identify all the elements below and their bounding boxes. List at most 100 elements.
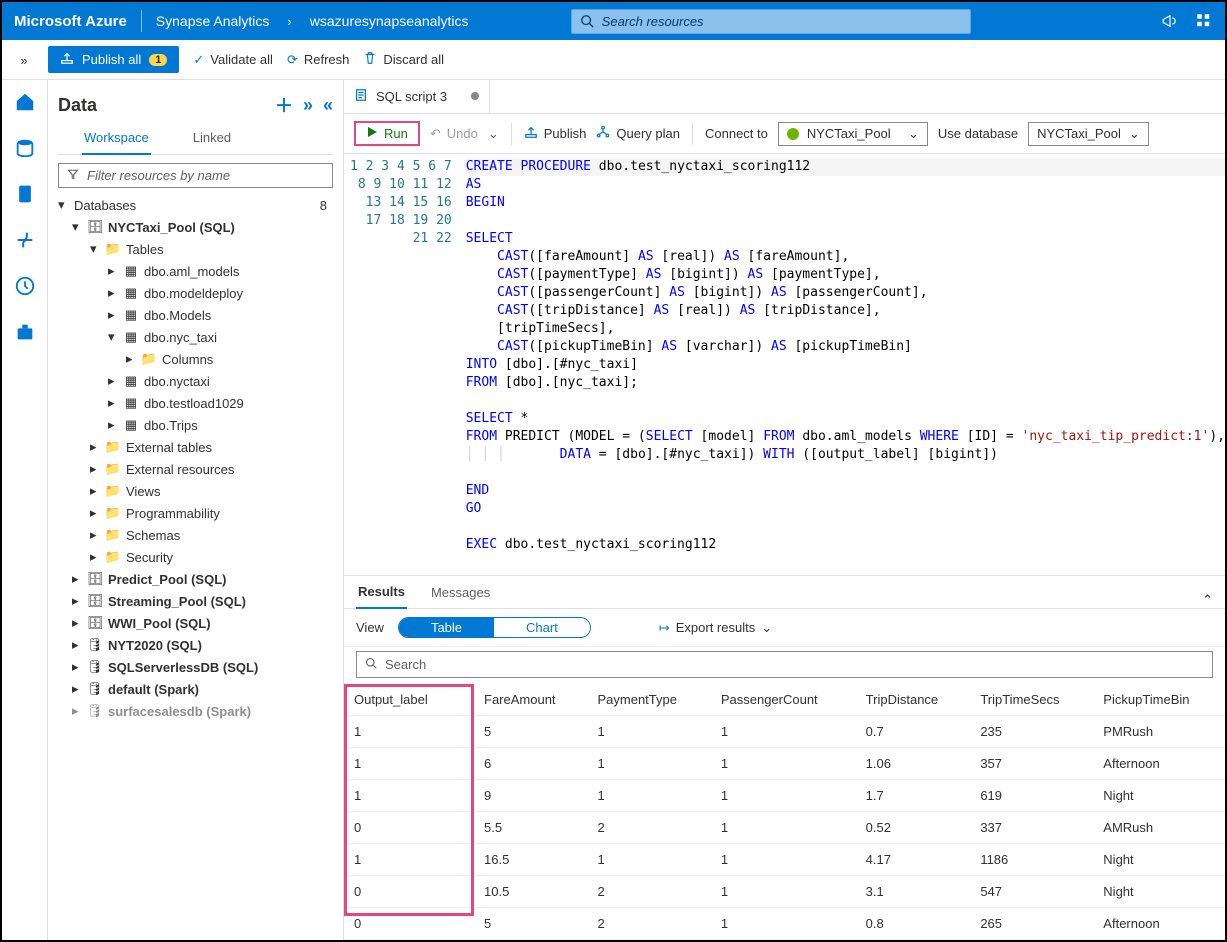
table-row[interactable]: 16111.06357Afternoon: [344, 748, 1225, 780]
tree-table-item[interactable]: ▸▦dbo.nyctaxi: [58, 370, 333, 392]
tree-security[interactable]: ▸📁Security: [58, 546, 333, 568]
undo-button[interactable]: ↶ Undo: [430, 126, 478, 142]
queryplan-button[interactable]: Query plan: [596, 125, 680, 142]
table-row[interactable]: 19111.7619Night: [344, 780, 1225, 812]
tree-pool-item[interactable]: ▸🗄Predict_Pool (SQL): [58, 568, 333, 590]
divider: [511, 123, 512, 145]
database-icon: 🛢: [88, 638, 102, 652]
col-output-label[interactable]: Output_label: [344, 684, 474, 716]
results-search-input[interactable]: Search: [356, 651, 1213, 678]
tree-label: NYT2020 (SQL): [108, 638, 202, 653]
tree-pool-item[interactable]: ▸🗄WWI_Pool (SQL): [58, 612, 333, 634]
tree-label: Security: [126, 550, 173, 565]
tree-table-item[interactable]: ▸▦dbo.Models: [58, 304, 333, 326]
col-triptimesecs[interactable]: TripTimeSecs: [970, 684, 1093, 716]
tree-table-nyctaxi[interactable]: ▾▦dbo.nyc_taxi: [58, 326, 333, 348]
col-tripdistance[interactable]: TripDistance: [856, 684, 971, 716]
connect-to-label: Connect to: [705, 126, 768, 141]
undo-label: Undo: [447, 126, 478, 141]
results-search-placeholder: Search: [385, 657, 426, 672]
brand-label: Microsoft Azure: [14, 13, 127, 30]
table-icon: ▦: [124, 264, 138, 278]
sqlpool-icon: 🗄: [88, 572, 102, 586]
publish-all-label: Publish all: [82, 52, 141, 67]
code-editor[interactable]: 1 2 3 4 5 6 7 8 9 10 11 12 13 14 15 16 1…: [344, 154, 1225, 575]
file-tab[interactable]: SQL script 3: [344, 79, 490, 113]
tree-views[interactable]: ▸📁Views: [58, 480, 333, 502]
apps-icon[interactable]: [1195, 12, 1213, 30]
divider: [692, 123, 693, 145]
global-search[interactable]: Search resources: [571, 9, 971, 34]
top-header: Microsoft Azure Synapse Analytics › wsaz…: [2, 2, 1225, 40]
collapse-double-icon[interactable]: »: [303, 95, 313, 116]
refresh-icon: ⟳: [287, 52, 298, 68]
view-segmented[interactable]: Table Chart: [398, 617, 591, 638]
table-row[interactable]: 15110.7235PMRush: [344, 716, 1225, 748]
search-icon: [580, 14, 594, 28]
monitor-icon[interactable]: [11, 272, 39, 300]
discard-all-button[interactable]: Discard all: [363, 51, 444, 68]
tab-results[interactable]: Results: [356, 582, 407, 609]
tab-workspace[interactable]: Workspace: [82, 126, 151, 155]
tree-pool-nyctaxi[interactable]: ▾ 🗄 NYCTaxi_Pool (SQL): [58, 216, 333, 238]
col-paymenttype[interactable]: PaymentType: [587, 684, 710, 716]
sqlpool-icon: 🗄: [88, 594, 102, 608]
collapse-panel-icon[interactable]: «: [323, 95, 333, 116]
tree-table-item[interactable]: ▸▦dbo.aml_models: [58, 260, 333, 282]
add-icon[interactable]: ＋: [275, 92, 293, 118]
tree-pool-item[interactable]: ▸🛢default (Spark): [58, 678, 333, 700]
col-pickuptimebin[interactable]: PickupTimeBin: [1093, 684, 1225, 716]
table-row[interactable]: 010.5213.1547Night: [344, 876, 1225, 908]
seg-table[interactable]: Table: [399, 618, 494, 637]
home-icon[interactable]: [11, 88, 39, 116]
col-passengercount[interactable]: PassengerCount: [711, 684, 856, 716]
table-icon: ▦: [124, 308, 138, 322]
connect-to-dropdown[interactable]: NYCTaxi_Pool ⌄: [778, 122, 928, 146]
develop-icon[interactable]: [11, 180, 39, 208]
validate-all-label: Validate all: [210, 52, 273, 67]
refresh-button[interactable]: ⟳ Refresh: [287, 52, 349, 68]
breadcrumb-root[interactable]: Synapse Analytics: [156, 13, 270, 29]
tree-ext-tables[interactable]: ▸📁External tables: [58, 436, 333, 458]
integrate-icon[interactable]: [11, 226, 39, 254]
publish-button[interactable]: Publish: [524, 125, 587, 142]
use-db-dropdown[interactable]: NYCTaxi_Pool ⌄: [1028, 122, 1149, 146]
breadcrumb-workspace[interactable]: wsazuresynapseanalytics: [310, 13, 469, 29]
col-fareamount[interactable]: FareAmount: [474, 684, 587, 716]
table-row[interactable]: 05.5210.52337AMRush: [344, 812, 1225, 844]
tree-tables[interactable]: ▾ 📁 Tables: [58, 238, 333, 260]
caret-right-icon: ▸: [72, 637, 82, 653]
tree-pool-item[interactable]: ▸🛢surfacesalesdb (Spark): [58, 700, 333, 722]
filter-input[interactable]: Filter resources by name: [58, 163, 333, 188]
tree-pool-item[interactable]: ▸🗄Streaming_Pool (SQL): [58, 590, 333, 612]
tree-pool-item[interactable]: ▸ 🛢 NYT2020 (SQL): [58, 634, 333, 656]
data-icon[interactable]: [11, 134, 39, 162]
tree-databases[interactable]: ▾ Databases 8: [58, 194, 333, 216]
table-row[interactable]: 05210.8265Afternoon: [344, 908, 1225, 940]
tab-linked[interactable]: Linked: [191, 126, 233, 154]
export-results-button[interactable]: ↦ Export results ⌄: [659, 620, 772, 636]
seg-chart[interactable]: Chart: [494, 618, 590, 637]
tree-table-item[interactable]: ▸▦dbo.Trips: [58, 414, 333, 436]
tree-pool-item[interactable]: ▸🛢SQLServerlessDB (SQL): [58, 656, 333, 678]
expand-leftrail-button[interactable]: »: [6, 40, 42, 80]
table-row[interactable]: 116.5114.171186Night: [344, 844, 1225, 876]
caret-right-icon: ▸: [90, 527, 100, 543]
publish-all-button[interactable]: Publish all 1: [48, 46, 179, 73]
tree-ext-res[interactable]: ▸📁External resources: [58, 458, 333, 480]
collapse-results-icon[interactable]: ⌃: [1202, 592, 1213, 608]
run-button[interactable]: Run: [354, 121, 420, 146]
tree-schemas[interactable]: ▸📁Schemas: [58, 524, 333, 546]
tree-columns[interactable]: ▸📁Columns: [58, 348, 333, 370]
chevron-down-icon[interactable]: ⌄: [488, 126, 499, 142]
tab-messages[interactable]: Messages: [429, 583, 492, 608]
caret-right-icon: ▸: [126, 351, 136, 367]
tree-table-item[interactable]: ▸▦dbo.testload1029: [58, 392, 333, 414]
tree-prog[interactable]: ▸📁Programmability: [58, 502, 333, 524]
chevron-down-icon: ⌄: [761, 620, 772, 636]
megaphone-icon[interactable]: [1161, 12, 1179, 30]
tree-table-item[interactable]: ▸▦dbo.modeldeploy: [58, 282, 333, 304]
manage-icon[interactable]: [11, 318, 39, 346]
caret-right-icon: ▸: [108, 307, 118, 323]
validate-all-button[interactable]: ✓ Validate all: [193, 52, 273, 68]
